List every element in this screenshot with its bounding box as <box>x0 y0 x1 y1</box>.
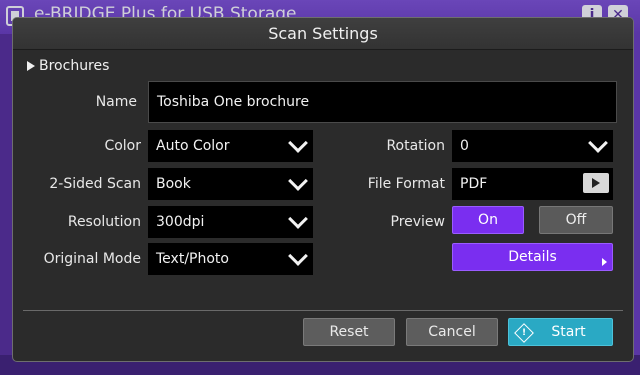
cancel-button[interactable]: Cancel <box>406 318 498 346</box>
original-mode-label: Original Mode <box>43 251 141 267</box>
dialog-title: Scan Settings <box>13 18 633 50</box>
rotation-select[interactable]: 0 <box>452 130 613 162</box>
file-format-value: PDF <box>460 176 488 192</box>
preview-label: Preview <box>390 214 446 230</box>
rotation-label: Rotation <box>386 138 445 154</box>
breadcrumb-label: Brochures <box>39 58 110 74</box>
original-mode-select[interactable]: Text/Photo <box>148 243 313 275</box>
name-field[interactable]: Toshiba One brochure <box>148 81 617 123</box>
resolution-label: Resolution <box>67 214 141 230</box>
file-format-arrow-button[interactable] <box>583 173 609 193</box>
file-format-select[interactable]: PDF <box>452 168 613 200</box>
scan-settings-dialog: Scan Settings Brochures Name Toshiba One… <box>12 17 634 362</box>
name-label: Name <box>95 94 137 110</box>
file-format-label: File Format <box>367 176 445 192</box>
color-label: Color <box>104 138 141 154</box>
triangle-right-icon <box>602 258 607 266</box>
resolution-value: 300dpi <box>156 214 205 230</box>
color-select[interactable]: Auto Color <box>148 130 313 162</box>
start-button[interactable]: ! Start <box>508 318 613 346</box>
chevron-down-icon <box>588 133 608 153</box>
triangle-right-icon <box>27 61 35 71</box>
app-background-right <box>634 34 640 355</box>
details-button[interactable]: Details <box>452 243 613 271</box>
app-background-left <box>0 34 12 355</box>
resolution-select[interactable]: 300dpi <box>148 206 313 238</box>
play-right-icon <box>592 178 600 188</box>
original-mode-value: Text/Photo <box>156 251 229 267</box>
name-value: Toshiba One brochure <box>157 94 310 110</box>
two-sided-scan-value: Book <box>156 176 191 192</box>
start-label: Start <box>551 324 586 340</box>
two-sided-scan-label: 2-Sided Scan <box>49 176 141 192</box>
two-sided-scan-select[interactable]: Book <box>148 168 313 200</box>
chevron-down-icon <box>288 209 308 229</box>
breadcrumb[interactable]: Brochures <box>27 58 109 74</box>
preview-on-button[interactable]: On <box>452 206 524 234</box>
start-diamond-icon: ! <box>514 323 534 343</box>
preview-off-button[interactable]: Off <box>539 206 613 234</box>
details-label: Details <box>508 249 557 265</box>
divider <box>23 310 623 311</box>
chevron-down-icon <box>288 133 308 153</box>
rotation-value: 0 <box>460 138 469 154</box>
dialog-title-text: Scan Settings <box>268 24 378 43</box>
color-value: Auto Color <box>156 138 230 154</box>
chevron-down-icon <box>288 246 308 266</box>
chevron-down-icon <box>288 171 308 191</box>
reset-button[interactable]: Reset <box>303 318 395 346</box>
